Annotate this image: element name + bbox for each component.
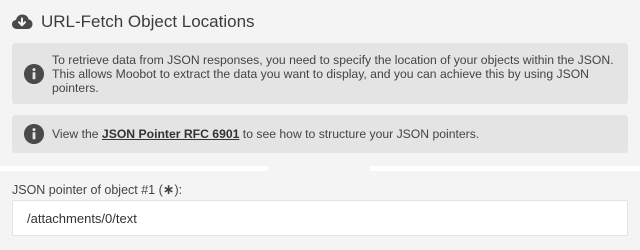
section-title: URL-Fetch Object Locations: [41, 12, 255, 31]
info-icon: [24, 124, 44, 144]
info-box-rfc-link: View the JSON Pointer RFC 6901 to see ho…: [12, 115, 628, 153]
object-locations-panel: URL-Fetch Object Locations To retrieve d…: [0, 0, 640, 166]
json-pointer-label: JSON pointer of object #1 (∗):: [12, 182, 182, 197]
section-header: URL-Fetch Object Locations: [11, 10, 255, 34]
info-text-after: to see how to structure your JSON pointe…: [239, 127, 480, 141]
info-text: To retrieve data from JSON responses, yo…: [52, 53, 614, 95]
info-text-before: View the: [52, 127, 102, 141]
cloud-download-icon: [12, 14, 33, 29]
info-box-json-pointers: To retrieve data from JSON responses, yo…: [12, 43, 628, 104]
info-text: View the JSON Pointer RFC 6901 to see ho…: [52, 127, 620, 141]
rfc-6901-link[interactable]: JSON Pointer RFC 6901: [102, 127, 240, 141]
info-icon: [24, 64, 44, 84]
label-suffix: ):: [174, 183, 183, 197]
label-prefix: JSON pointer of object #1 (: [12, 183, 163, 197]
json-pointer-input[interactable]: [12, 200, 628, 236]
required-marker: ∗: [162, 181, 175, 197]
